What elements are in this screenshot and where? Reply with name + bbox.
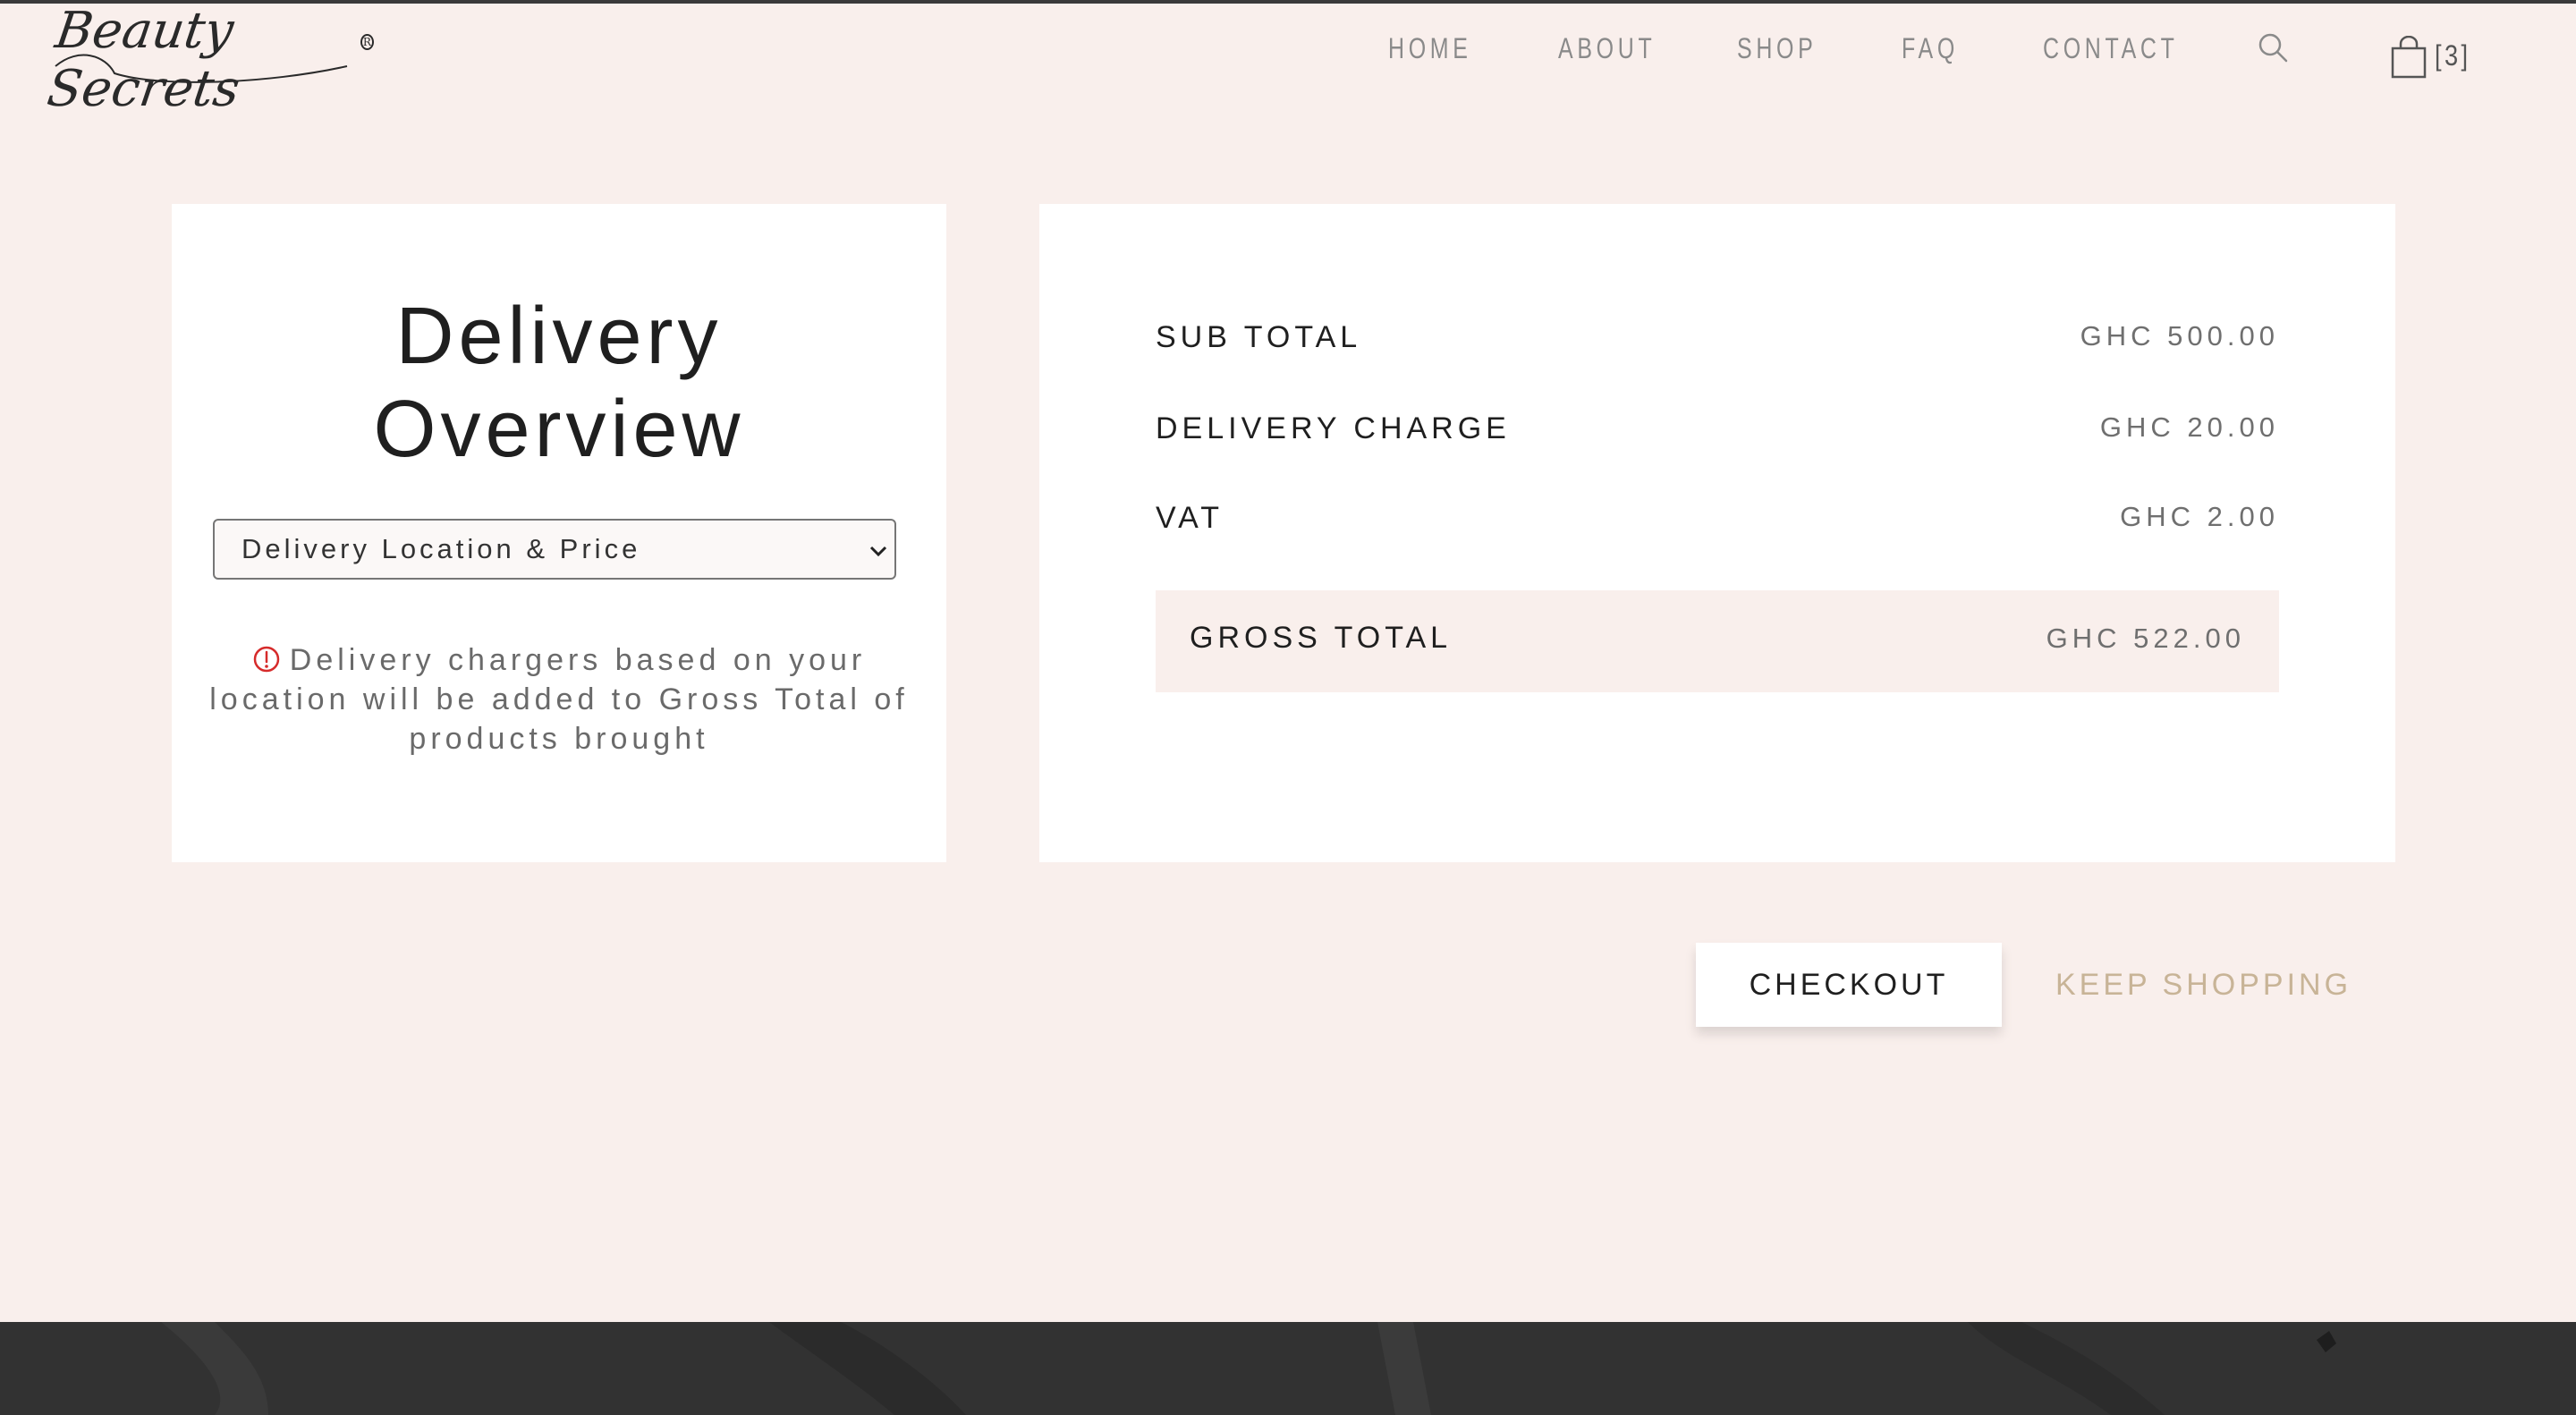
delivery-overview-card: Delivery Overview Delivery Location & Pr… xyxy=(172,204,946,862)
keep-shopping-link[interactable]: KEEP SHOPPING xyxy=(2055,943,2360,1027)
nav-about[interactable]: ABOUT xyxy=(1558,32,1656,65)
search-icon xyxy=(2258,33,2288,63)
delivery-note-text: Delivery chargers based on your location… xyxy=(209,643,909,756)
nav-home[interactable]: HOME xyxy=(1388,32,1472,65)
vat-value: GHC 2.00 xyxy=(2120,501,2279,532)
checkout-button[interactable]: CHECKOUT xyxy=(1696,943,2002,1027)
gross-total-label: GROSS TOTAL xyxy=(1190,621,1453,655)
delivery-charge-label: DELIVERY CHARGE xyxy=(1156,411,1511,445)
vat-label: VAT xyxy=(1156,501,1224,535)
delivery-location-select[interactable]: Delivery Location & Price xyxy=(213,519,896,580)
footer-texture xyxy=(0,1322,2576,1415)
shopping-bag-icon xyxy=(2391,36,2427,79)
footer-band xyxy=(0,1322,2576,1415)
subtotal-value: GHC 500.00 xyxy=(2080,320,2279,352)
summary-row-vat: VAT GHC 2.00 xyxy=(1156,501,2279,546)
nav-contact[interactable]: CONTACT xyxy=(2043,32,2179,65)
summary-row-delivery-charge: DELIVERY CHARGE GHC 20.00 xyxy=(1156,411,2279,456)
order-summary-card: SUB TOTAL GHC 500.00 DELIVERY CHARGE GHC… xyxy=(1039,204,2395,862)
nav-faq[interactable]: FAQ xyxy=(1902,32,1959,65)
chevron-down-icon xyxy=(869,546,887,557)
summary-row-subtotal: SUB TOTAL GHC 500.00 xyxy=(1156,320,2279,365)
cart-button[interactable]: [3] xyxy=(2390,36,2497,80)
title-line-1: Delivery xyxy=(395,292,723,381)
logo-text: Beauty Secrets xyxy=(43,2,244,118)
delivery-location-select-value: Delivery Location & Price xyxy=(242,533,641,564)
delivery-charge-value: GHC 20.00 xyxy=(2099,411,2279,443)
subtotal-label: SUB TOTAL xyxy=(1156,320,1362,354)
registered-mark: R xyxy=(360,34,374,50)
title-line-2: Overview xyxy=(373,385,745,474)
delivery-overview-title: Delivery Overview xyxy=(172,290,946,476)
delivery-note: Delivery chargers based on your location… xyxy=(208,640,911,758)
site-header: Beauty Secrets R HOME ABOUT SHOP FAQ CON… xyxy=(0,2,2576,118)
gross-total-row: GROSS TOTAL GHC 522.00 xyxy=(1156,590,2279,692)
alert-circle-icon xyxy=(253,646,280,673)
brand-logo[interactable]: Beauty Secrets R xyxy=(44,2,374,118)
cart-count: [3] xyxy=(2435,39,2471,72)
gross-total-value: GHC 522.00 xyxy=(2046,623,2245,654)
nav-shop[interactable]: SHOP xyxy=(1737,32,1817,65)
search-button[interactable] xyxy=(2256,30,2292,66)
